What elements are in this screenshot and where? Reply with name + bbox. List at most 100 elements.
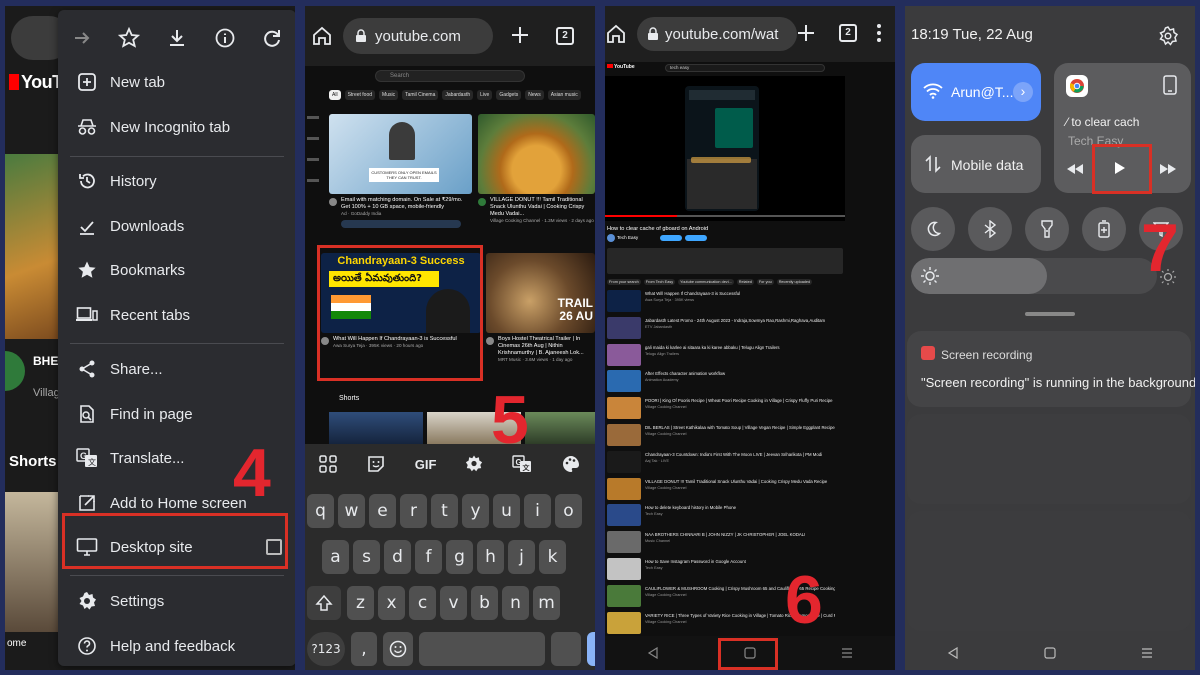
filter-chip[interactable]: Jabardasth [442,90,474,100]
join-button[interactable] [660,235,682,241]
star-icon[interactable] [115,24,143,52]
menu-item-help[interactable]: Help and feedback [58,627,295,665]
related-video-item[interactable]: POORI | King Of Pooris Recipe | Wheat Po… [607,397,843,421]
menu-item-find-in-page[interactable]: Find in page [58,395,295,433]
menu-item-history[interactable]: History [58,162,295,200]
recents-nav-icon[interactable] [1141,647,1153,659]
key-v[interactable]: v [440,586,467,620]
key-h[interactable]: h [477,540,504,574]
short-thumbnail[interactable] [5,492,65,632]
filter-chip[interactable]: Gadgets [496,90,522,100]
menu-item-recent-tabs[interactable]: Recent tabs [58,296,295,334]
menu-item-bookmarks[interactable]: Bookmarks [58,251,295,289]
drag-handle[interactable] [1025,312,1075,316]
flashlight-toggle[interactable] [1025,207,1069,251]
key-e[interactable]: e [369,494,396,528]
key-s[interactable]: s [353,540,380,574]
video-card-ad[interactable]: CUSTOMERS ONLY OPEN EMAILS THEY CAN TRUS… [329,114,472,228]
related-chip[interactable]: Recently uploaded [776,279,813,285]
video-card-donut[interactable]: VILLAGE DONUT !!! Tamil Traditional Snac… [478,114,595,224]
key-c[interactable]: c [409,586,436,620]
new-tab-plus-icon[interactable] [511,26,529,44]
related-video-item[interactable]: NAA BROTHERS CHINNARI B | JOHN NIZZY | J… [607,531,843,555]
key-k[interactable]: k [539,540,566,574]
address-bar[interactable]: youtube.com/wat [637,17,797,51]
key-r[interactable]: r [400,494,427,528]
screen-recording-notification[interactable]: Screen recording "Screen recording" is r… [907,331,1195,407]
related-chip[interactable]: From your search [607,279,641,285]
related-chip[interactable]: Youtube communication devi... [678,279,734,285]
bluetooth-toggle[interactable] [968,207,1012,251]
info-icon[interactable] [211,24,239,52]
palette-icon[interactable] [561,454,581,474]
short-thumbnail[interactable] [525,412,595,444]
home-nav-label[interactable]: ome [7,638,26,649]
menu-item-downloads[interactable]: Downloads [58,207,295,245]
more-vert-icon[interactable] [876,23,882,43]
filter-chip[interactable]: All [329,90,341,100]
home-icon[interactable] [311,25,333,47]
emoji-key[interactable] [383,632,413,666]
key-i[interactable]: i [524,494,551,528]
download-icon[interactable] [163,24,191,52]
settings-gear-icon[interactable] [1158,26,1178,46]
symbols-key[interactable]: ?123 [307,632,345,666]
battery-saver-toggle[interactable] [1082,207,1126,251]
channel-avatar[interactable] [607,234,615,242]
recents-nav-icon[interactable] [841,647,853,659]
related-video-item[interactable]: VILLAGE DONUT !!! Tamil Traditional Snac… [607,477,843,502]
wifi-tile[interactable]: Arun@T... › [911,63,1041,121]
shift-key[interactable] [307,586,341,620]
key-u[interactable]: u [493,494,520,528]
ad-button[interactable] [341,220,461,228]
related-video-item[interactable]: After Effects character animation workfl… [607,370,843,394]
related-video-item[interactable]: How to delete keyboard history in Mobile… [607,504,843,528]
fast-forward-icon[interactable] [1159,163,1177,175]
key-y[interactable]: y [462,494,489,528]
sticker-icon[interactable] [366,454,386,474]
rewind-icon[interactable] [1066,163,1084,175]
new-tab-plus-icon[interactable] [797,24,815,42]
chevron-right-icon[interactable]: › [1013,82,1033,102]
key-n[interactable]: n [502,586,529,620]
subscribe-button[interactable] [685,235,707,241]
key-x[interactable]: x [378,586,405,620]
tab-switcher[interactable]: 2 [839,24,857,42]
mobile-data-tile[interactable]: Mobile data [911,135,1041,193]
related-video-item[interactable]: gali maida ki karlee ai sitaara ka ki ka… [607,343,843,368]
related-video-item[interactable]: What Will Happen If Chandrayaan-3 is Suc… [607,290,843,314]
key-j[interactable]: j [508,540,535,574]
related-chip[interactable]: From Tech Easy [643,279,676,285]
period-key[interactable] [551,632,581,666]
video-card-trailer[interactable]: TRAIL 26 AU Boys Hostel Theatrical Trail… [486,253,595,363]
yt-search-input[interactable]: Search [375,70,525,82]
key-o[interactable]: o [555,494,582,528]
key-f[interactable]: f [415,540,442,574]
related-chip[interactable]: Related [736,279,754,285]
key-t[interactable]: t [431,494,458,528]
menu-item-settings[interactable]: Settings [58,582,295,620]
key-a[interactable]: a [322,540,349,574]
video-player[interactable] [605,76,845,221]
filter-chip[interactable]: Asian music [547,90,581,100]
address-bar[interactable]: youtube.com [343,18,493,54]
filter-chip[interactable]: Street food [344,90,376,100]
forward-icon[interactable] [68,24,96,52]
key-g[interactable]: g [446,540,473,574]
comma-key[interactable]: , [351,632,377,666]
filter-chip[interactable]: Live [477,90,493,100]
video-thumbnail[interactable] [5,154,65,339]
filter-chip[interactable]: Music [379,90,399,100]
key-b[interactable]: b [471,586,498,620]
refresh-icon[interactable] [258,24,286,52]
tab-switcher[interactable]: 2 [556,27,574,45]
filter-chip[interactable]: News [525,90,544,100]
settings-gear-icon[interactable] [465,455,483,473]
key-w[interactable]: w [338,494,365,528]
gif-button[interactable]: GIF [415,457,437,472]
key-d[interactable]: d [384,540,411,574]
related-video-item[interactable]: Chandrayaan-3 Countdown: India's First W… [607,450,843,475]
home-icon[interactable] [605,23,627,45]
short-thumbnail[interactable] [329,412,423,444]
related-chip[interactable]: For you [756,279,774,285]
